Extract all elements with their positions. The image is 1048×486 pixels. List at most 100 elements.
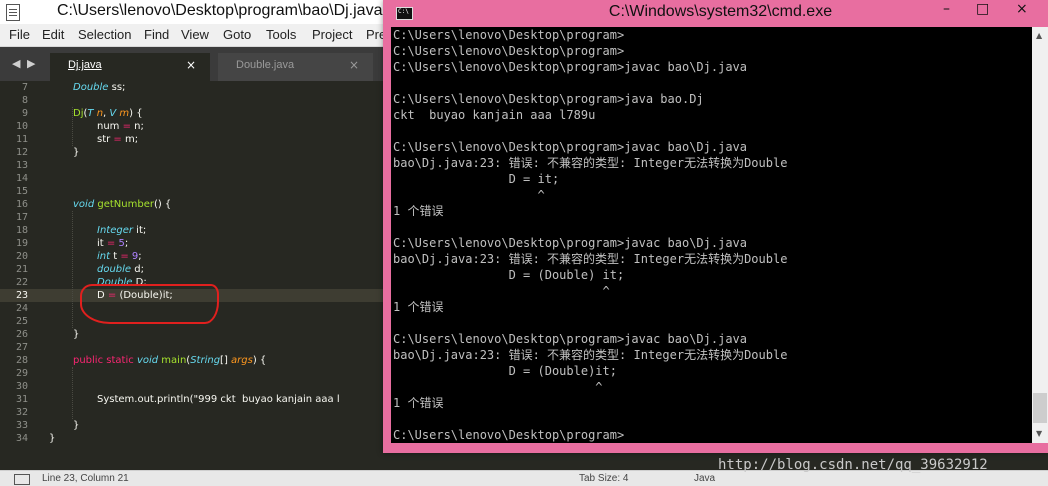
line-number: 18 bbox=[15, 225, 28, 236]
console-line: 1 个错误 bbox=[393, 396, 444, 410]
line-number: 30 bbox=[15, 381, 28, 392]
console-line: C:\Users\lenovo\Desktop\program>javac ba… bbox=[393, 140, 748, 154]
code-token: it bbox=[97, 238, 107, 249]
tab-dj-java[interactable]: Dj.java × bbox=[50, 53, 210, 81]
console-line: C:\Users\lenovo\Desktop\program> bbox=[393, 44, 625, 58]
tab-close-icon[interactable]: × bbox=[186, 58, 196, 72]
code-token: String bbox=[190, 355, 221, 366]
line-number: 14 bbox=[15, 173, 28, 184]
menu-project[interactable]: Project bbox=[312, 27, 352, 42]
scrollbar-thumb[interactable] bbox=[1033, 393, 1047, 423]
console-line: C:\Users\lenovo\Desktop\program>javac ba… bbox=[393, 332, 748, 346]
line-number: 12 bbox=[15, 147, 28, 158]
line-number: 15 bbox=[15, 186, 28, 197]
console-line: D = (Double) it; bbox=[393, 268, 625, 282]
code-line-34: } bbox=[49, 433, 56, 444]
console-scrollbar[interactable]: ▲ ▼ bbox=[1032, 27, 1048, 443]
line-number-current: 23 bbox=[15, 290, 28, 301]
code-token: args bbox=[231, 355, 253, 366]
code-token: = bbox=[113, 134, 122, 145]
code-token: public bbox=[73, 355, 104, 366]
menu-file[interactable]: File bbox=[9, 27, 30, 42]
menu-selection[interactable]: Selection bbox=[78, 27, 131, 42]
code-token: = bbox=[122, 121, 131, 132]
tab-size-indicator[interactable]: Tab Size: 4 bbox=[579, 473, 628, 484]
line-number-gutter: 7 8 9 10 11 12 13 14 15 16 17 18 19 20 2… bbox=[0, 81, 38, 451]
line-number: 21 bbox=[15, 264, 28, 275]
blog-watermark: http://blog.csdn.net/qq_39632912 bbox=[718, 457, 988, 473]
code-line-26: } bbox=[73, 329, 80, 340]
document-icon bbox=[6, 4, 20, 21]
line-number: 31 bbox=[15, 394, 28, 405]
code-token: n; bbox=[131, 121, 144, 132]
tab-nav-left-icon[interactable]: ◀ bbox=[12, 57, 20, 70]
tab-close-icon[interactable]: × bbox=[349, 58, 359, 72]
code-line-33: } bbox=[73, 420, 80, 431]
red-annotation-circle bbox=[80, 284, 219, 324]
tab-label: Dj.java bbox=[68, 59, 102, 71]
code-token: Double bbox=[73, 82, 109, 93]
console-output[interactable]: C:\Users\lenovo\Desktop\program> C:\User… bbox=[391, 27, 1032, 443]
console-prompt: C:\Users\lenovo\Desktop\program> bbox=[393, 428, 625, 442]
tab-double-java[interactable]: Double.java × bbox=[218, 53, 373, 81]
line-number: 33 bbox=[15, 420, 28, 431]
code-token: V bbox=[109, 108, 117, 119]
code-line-9: Dj(T n, V m) { bbox=[73, 107, 413, 120]
line-number: 8 bbox=[21, 95, 28, 106]
console-line: 1 个错误 bbox=[393, 300, 444, 314]
line-number: 29 bbox=[15, 368, 28, 379]
cmd-window: C:\Windows\system32\cmd.exe – □ × C:\Use… bbox=[383, 0, 1048, 453]
code-line-28: public static void main(String[] args) { bbox=[73, 354, 413, 367]
code-token: d; bbox=[131, 264, 144, 275]
code-token: ) { bbox=[252, 355, 267, 366]
maximize-icon[interactable]: □ bbox=[976, 1, 989, 17]
code-token: void bbox=[136, 355, 159, 366]
code-token: getNumber bbox=[97, 199, 154, 210]
tab-nav-right-icon[interactable]: ▶ bbox=[27, 57, 35, 70]
console-line: 1 个错误 bbox=[393, 204, 444, 218]
console-line: ^ bbox=[393, 380, 603, 394]
code-token: main bbox=[161, 355, 187, 366]
console-line: ckt buyao kanjain aaa l789u bbox=[393, 108, 596, 122]
line-number: 22 bbox=[15, 277, 28, 288]
cursor-position: Line 23, Column 21 bbox=[42, 473, 129, 484]
code-token: Dj bbox=[73, 108, 84, 119]
code-token: void bbox=[73, 199, 95, 210]
close-icon[interactable]: × bbox=[1016, 1, 1028, 17]
editor-window-title: C:\Users\lenovo\Desktop\program\bao\Dj.j… bbox=[57, 2, 383, 19]
code-line-16: void getNumber() { bbox=[73, 198, 413, 211]
menu-edit[interactable]: Edit bbox=[42, 27, 64, 42]
line-number: 26 bbox=[15, 329, 28, 340]
menu-goto[interactable]: Goto bbox=[223, 27, 251, 42]
line-number: 10 bbox=[15, 121, 28, 132]
console-toggle-icon[interactable] bbox=[14, 474, 30, 485]
menu-find[interactable]: Find bbox=[144, 27, 169, 42]
syntax-indicator[interactable]: Java bbox=[694, 473, 715, 484]
code-line-7: Double ss; bbox=[73, 81, 413, 94]
menu-view[interactable]: View bbox=[181, 27, 209, 42]
console-line: ^ bbox=[393, 188, 545, 202]
code-token: = bbox=[106, 238, 116, 249]
code-token: m; bbox=[121, 134, 139, 145]
minimize-icon[interactable]: – bbox=[943, 1, 950, 17]
scroll-up-icon[interactable]: ▲ bbox=[1036, 31, 1042, 40]
code-token: Integer bbox=[97, 225, 133, 236]
line-number: 28 bbox=[15, 355, 28, 366]
scroll-down-icon[interactable]: ▼ bbox=[1036, 429, 1042, 438]
console-line: C:\Users\lenovo\Desktop\program>java bao… bbox=[393, 92, 704, 106]
menu-tools[interactable]: Tools bbox=[266, 27, 296, 42]
console-line: ^ bbox=[393, 284, 610, 298]
code-token: = bbox=[120, 251, 129, 262]
console-line: C:\Users\lenovo\Desktop\program>javac ba… bbox=[393, 60, 748, 74]
code-token: static bbox=[106, 355, 134, 366]
cmd-title-bar: C:\Windows\system32\cmd.exe – □ × bbox=[383, 0, 1048, 27]
code-token: double bbox=[97, 264, 132, 275]
console-line: C:\Users\lenovo\Desktop\program> bbox=[393, 28, 625, 42]
code-token: m bbox=[119, 108, 130, 119]
console-line: bao\Dj.java:23: 错误: 不兼容的类型: Integer无法转换为… bbox=[393, 348, 788, 362]
code-token: ; bbox=[124, 238, 129, 249]
line-number: 16 bbox=[15, 199, 28, 210]
code-token: [] bbox=[220, 355, 232, 366]
indent-guide bbox=[72, 211, 73, 328]
console-line: D = it; bbox=[393, 172, 560, 186]
